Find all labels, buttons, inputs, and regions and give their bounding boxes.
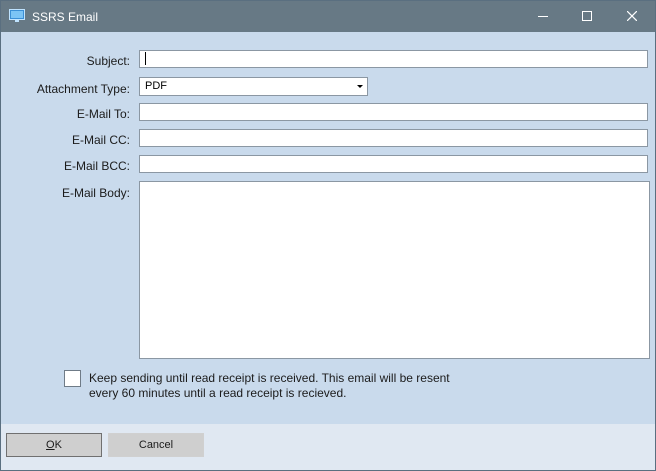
keep-sending-checkbox[interactable]	[64, 370, 81, 387]
ok-button-label: OK	[46, 439, 62, 451]
email-body-label: E-Mail Body:	[61, 186, 130, 200]
maximize-button[interactable]	[564, 1, 610, 32]
ssrs-email-window: SSRS Email Subject: Attachment Type: PDF…	[0, 0, 656, 471]
subject-label: Subject:	[86, 54, 130, 68]
chevron-down-icon	[357, 85, 363, 88]
monitor-icon	[9, 9, 25, 23]
email-cc-label: E-Mail CC:	[71, 133, 130, 147]
button-bar: OK Cancel	[1, 424, 655, 470]
email-to-input[interactable]	[139, 103, 648, 121]
title-bar[interactable]: SSRS Email	[1, 1, 655, 32]
keep-sending-label[interactable]: Keep sending until read receipt is recei…	[89, 371, 469, 401]
form-area: Subject: Attachment Type: PDF E-Mail To:…	[1, 32, 655, 424]
attachment-type-label: Attachment Type:	[36, 82, 130, 96]
maximize-icon	[582, 8, 592, 26]
attachment-type-value: PDF	[145, 80, 167, 92]
email-cc-input[interactable]	[139, 129, 648, 147]
email-body-textarea[interactable]	[139, 181, 650, 359]
minimize-icon	[538, 8, 548, 26]
ok-button[interactable]: OK	[6, 433, 102, 457]
cancel-button-label: Cancel	[138, 439, 174, 451]
email-bcc-label: E-Mail BCC:	[63, 159, 130, 173]
email-to-label: E-Mail To:	[76, 107, 130, 121]
email-bcc-input[interactable]	[139, 155, 648, 173]
close-button[interactable]	[609, 1, 655, 32]
subject-input[interactable]	[139, 50, 648, 68]
text-caret	[145, 52, 146, 65]
attachment-type-select[interactable]: PDF	[139, 77, 368, 96]
cancel-button[interactable]: Cancel	[108, 433, 204, 457]
window-title: SSRS Email	[32, 10, 99, 24]
close-icon	[626, 8, 638, 26]
minimize-button[interactable]	[520, 1, 566, 32]
